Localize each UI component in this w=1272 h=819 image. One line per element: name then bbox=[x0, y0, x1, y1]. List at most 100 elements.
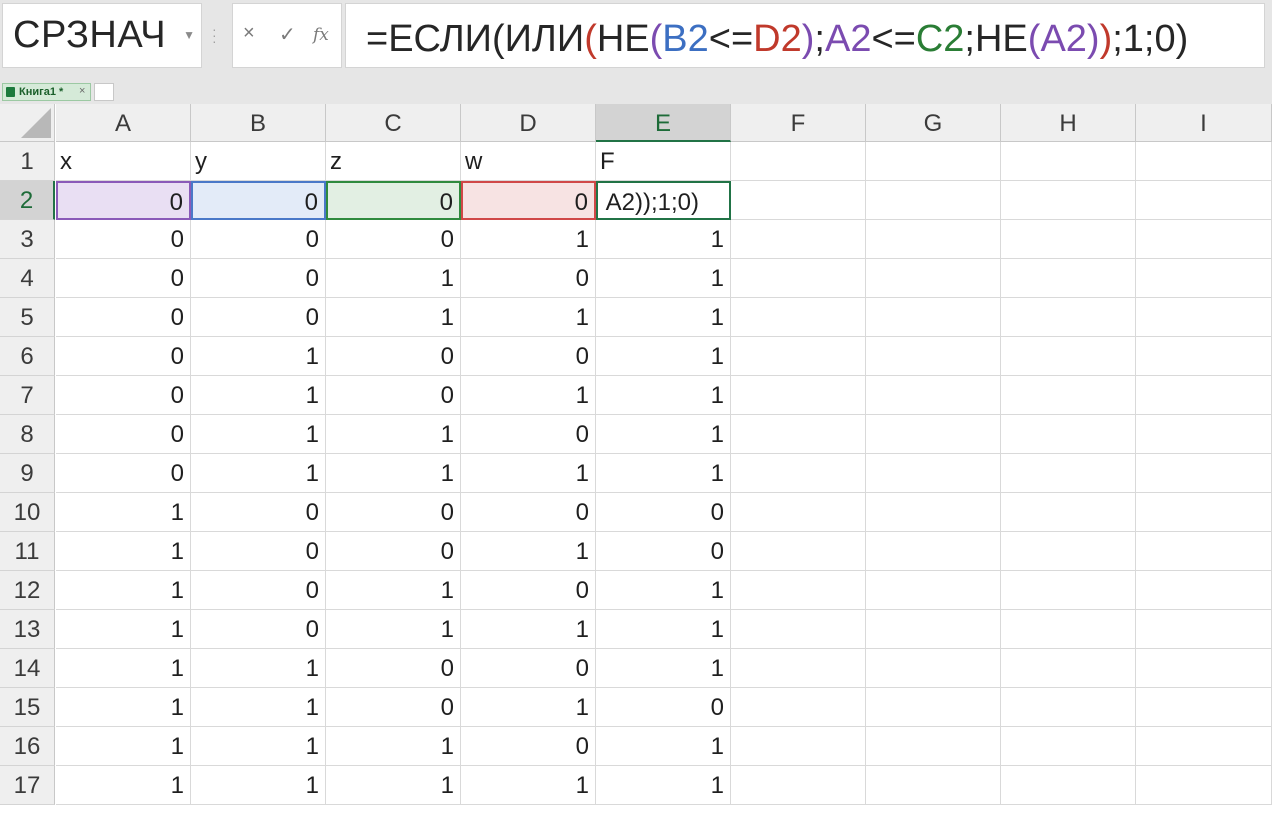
cell-f14[interactable] bbox=[731, 649, 866, 688]
cell-g12[interactable] bbox=[866, 571, 1001, 610]
cell-h3[interactable] bbox=[1001, 220, 1136, 259]
cell-a16[interactable]: 1 bbox=[56, 727, 191, 766]
column-header-a[interactable]: A bbox=[56, 104, 191, 142]
cell-a17[interactable]: 1 bbox=[56, 766, 191, 805]
row-header-17[interactable]: 17 bbox=[0, 766, 55, 805]
cell-h15[interactable] bbox=[1001, 688, 1136, 727]
cell-g4[interactable] bbox=[866, 259, 1001, 298]
row-header-11[interactable]: 11 bbox=[0, 532, 55, 571]
cell-a12[interactable]: 1 bbox=[56, 571, 191, 610]
column-header-c[interactable]: C bbox=[326, 104, 461, 142]
enter-check-icon[interactable]: ✓ bbox=[279, 22, 296, 47]
cell-b1[interactable]: y bbox=[191, 142, 326, 181]
cell-f3[interactable] bbox=[731, 220, 866, 259]
column-header-f[interactable]: F bbox=[731, 104, 866, 142]
formula-input[interactable]: =ЕСЛИ(ИЛИ(НЕ(B2<=D2);A2<=C2;НЕ(A2));1;0) bbox=[345, 3, 1265, 68]
column-header-h[interactable]: H bbox=[1001, 104, 1136, 142]
cell-e13[interactable]: 1 bbox=[596, 610, 731, 649]
cell-f12[interactable] bbox=[731, 571, 866, 610]
cell-b10[interactable]: 0 bbox=[191, 493, 326, 532]
cell-g15[interactable] bbox=[866, 688, 1001, 727]
cell-i14[interactable] bbox=[1136, 649, 1272, 688]
cell-g11[interactable] bbox=[866, 532, 1001, 571]
cell-a11[interactable]: 1 bbox=[56, 532, 191, 571]
row-header-12[interactable]: 12 bbox=[0, 571, 55, 610]
cell-c6[interactable]: 0 bbox=[326, 337, 461, 376]
cell-i6[interactable] bbox=[1136, 337, 1272, 376]
cell-a7[interactable]: 0 bbox=[56, 376, 191, 415]
chevron-down-icon[interactable]: ▼ bbox=[183, 28, 195, 42]
row-header-2[interactable]: 2 bbox=[0, 181, 55, 220]
row-header-16[interactable]: 16 bbox=[0, 727, 55, 766]
cell-g9[interactable] bbox=[866, 454, 1001, 493]
cell-e4[interactable]: 1 bbox=[596, 259, 731, 298]
cell-e17[interactable]: 1 bbox=[596, 766, 731, 805]
column-header-g[interactable]: G bbox=[866, 104, 1001, 142]
cell-e14[interactable]: 1 bbox=[596, 649, 731, 688]
cell-i3[interactable] bbox=[1136, 220, 1272, 259]
cell-i9[interactable] bbox=[1136, 454, 1272, 493]
cell-c10[interactable]: 0 bbox=[326, 493, 461, 532]
column-header-b[interactable]: B bbox=[191, 104, 326, 142]
cell-c5[interactable]: 1 bbox=[326, 298, 461, 337]
cell-g10[interactable] bbox=[866, 493, 1001, 532]
cell-g6[interactable] bbox=[866, 337, 1001, 376]
row-header-9[interactable]: 9 bbox=[0, 454, 55, 493]
cell-a8[interactable]: 0 bbox=[56, 415, 191, 454]
cell-a13[interactable]: 1 bbox=[56, 610, 191, 649]
cell-e11[interactable]: 0 bbox=[596, 532, 731, 571]
cell-b3[interactable]: 0 bbox=[191, 220, 326, 259]
cell-b4[interactable]: 0 bbox=[191, 259, 326, 298]
cell-d10[interactable]: 0 bbox=[461, 493, 596, 532]
cell-i8[interactable] bbox=[1136, 415, 1272, 454]
cell-b12[interactable]: 0 bbox=[191, 571, 326, 610]
cell-h12[interactable] bbox=[1001, 571, 1136, 610]
cell-b5[interactable]: 0 bbox=[191, 298, 326, 337]
cell-c9[interactable]: 1 bbox=[326, 454, 461, 493]
cell-b15[interactable]: 1 bbox=[191, 688, 326, 727]
cell-e10[interactable]: 0 bbox=[596, 493, 731, 532]
cell-b6[interactable]: 1 bbox=[191, 337, 326, 376]
cell-h5[interactable] bbox=[1001, 298, 1136, 337]
cell-a4[interactable]: 0 bbox=[56, 259, 191, 298]
cell-e7[interactable]: 1 bbox=[596, 376, 731, 415]
cell-f4[interactable] bbox=[731, 259, 866, 298]
cell-d1[interactable]: w bbox=[461, 142, 596, 181]
cell-g16[interactable] bbox=[866, 727, 1001, 766]
cell-d17[interactable]: 1 bbox=[461, 766, 596, 805]
cell-f16[interactable] bbox=[731, 727, 866, 766]
splitter-grip-icon[interactable]: · · · bbox=[212, 22, 218, 48]
cell-h16[interactable] bbox=[1001, 727, 1136, 766]
cell-h13[interactable] bbox=[1001, 610, 1136, 649]
cell-g1[interactable] bbox=[866, 142, 1001, 181]
cell-c13[interactable]: 1 bbox=[326, 610, 461, 649]
cell-i7[interactable] bbox=[1136, 376, 1272, 415]
cell-c16[interactable]: 1 bbox=[326, 727, 461, 766]
name-box[interactable]: СРЗНАЧ ▼ bbox=[2, 3, 202, 68]
cell-h14[interactable] bbox=[1001, 649, 1136, 688]
cell-b2[interactable]: 0 bbox=[191, 181, 326, 220]
row-header-8[interactable]: 8 bbox=[0, 415, 55, 454]
cell-h1[interactable] bbox=[1001, 142, 1136, 181]
row-header-10[interactable]: 10 bbox=[0, 493, 55, 532]
cell-b16[interactable]: 1 bbox=[191, 727, 326, 766]
cell-c2[interactable]: 0 bbox=[326, 181, 461, 220]
column-header-d[interactable]: D bbox=[461, 104, 596, 142]
cell-d14[interactable]: 0 bbox=[461, 649, 596, 688]
cell-f6[interactable] bbox=[731, 337, 866, 376]
cell-f13[interactable] bbox=[731, 610, 866, 649]
cell-f15[interactable] bbox=[731, 688, 866, 727]
cell-g3[interactable] bbox=[866, 220, 1001, 259]
cell-g14[interactable] bbox=[866, 649, 1001, 688]
cell-b13[interactable]: 0 bbox=[191, 610, 326, 649]
cell-c1[interactable]: z bbox=[326, 142, 461, 181]
cell-a10[interactable]: 1 bbox=[56, 493, 191, 532]
cell-i16[interactable] bbox=[1136, 727, 1272, 766]
cell-e9[interactable]: 1 bbox=[596, 454, 731, 493]
cell-c4[interactable]: 1 bbox=[326, 259, 461, 298]
cell-i11[interactable] bbox=[1136, 532, 1272, 571]
cell-i17[interactable] bbox=[1136, 766, 1272, 805]
cell-d7[interactable]: 1 bbox=[461, 376, 596, 415]
row-header-13[interactable]: 13 bbox=[0, 610, 55, 649]
cell-e16[interactable]: 1 bbox=[596, 727, 731, 766]
